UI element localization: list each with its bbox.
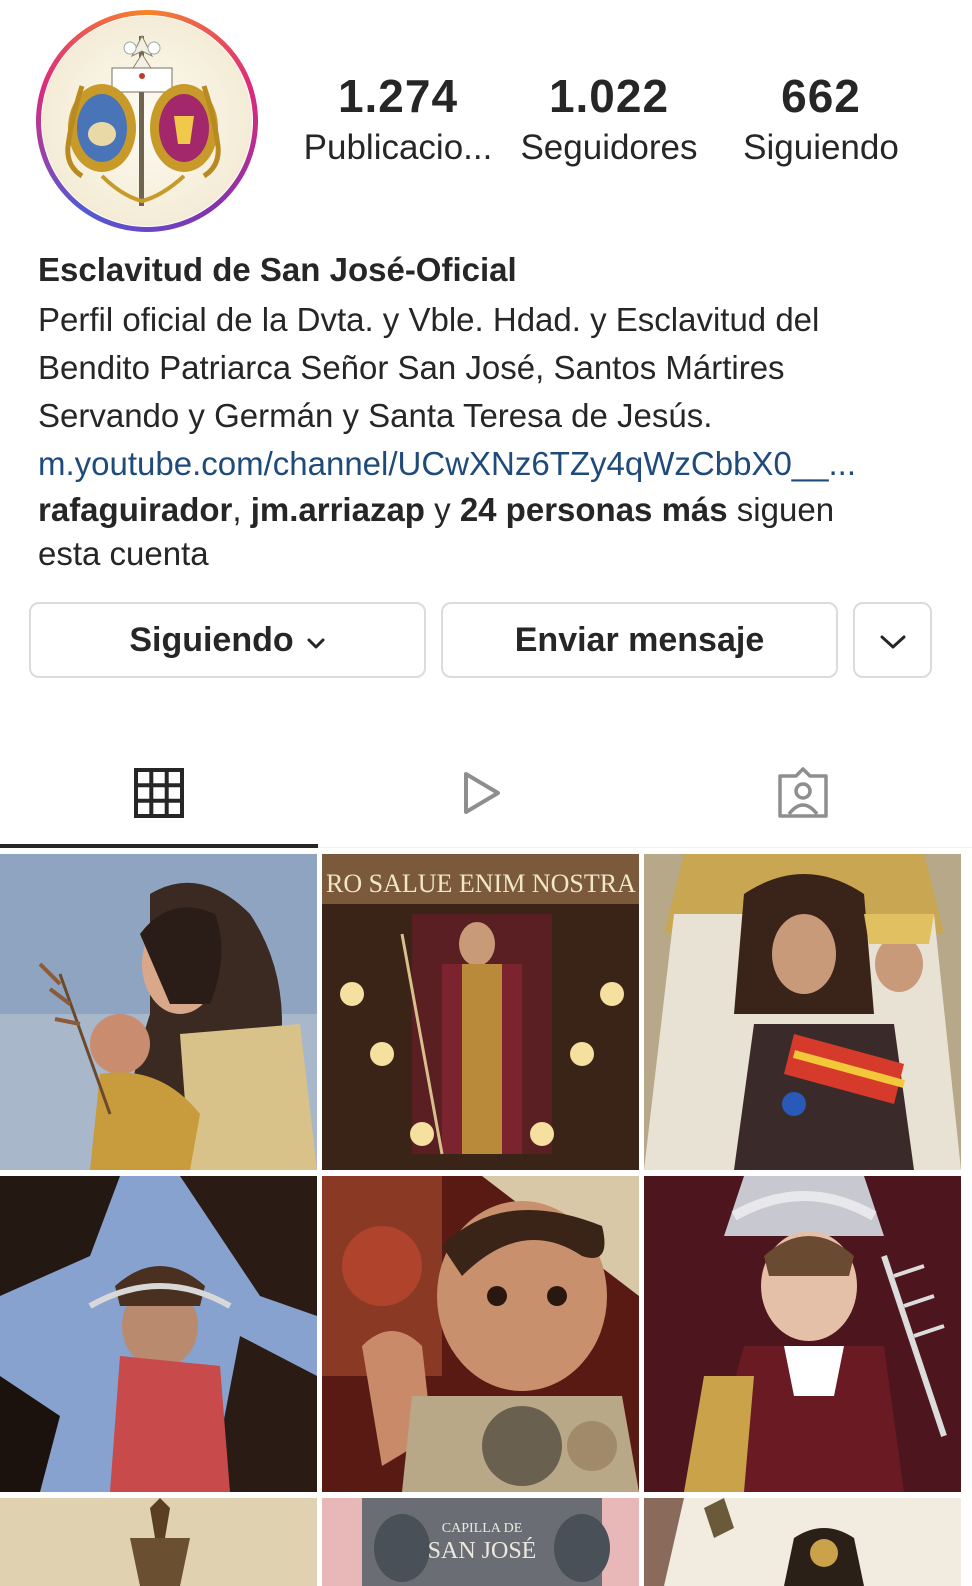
- posts-count[interactable]: 1.274 Publicacio...: [298, 68, 498, 172]
- post-thumbnail[interactable]: [0, 1498, 317, 1586]
- following-count[interactable]: 662 Siguiendo: [736, 68, 906, 172]
- tagged-person-icon: [778, 767, 828, 818]
- send-message-label: Enviar mensaje: [514, 620, 765, 659]
- post-image-icon: RO SALUE ENIM NOSTRA MISI: [322, 854, 639, 1170]
- chevron-down-icon: [306, 621, 326, 660]
- chevron-down-icon: [879, 621, 907, 660]
- post-caption: RO SALUE ENIM NOSTRA MISI: [326, 869, 639, 898]
- posts-count-value: 1.274: [337, 70, 459, 122]
- followed-by[interactable]: rafaguirador, jm.arriazap y 24 personas …: [38, 488, 938, 576]
- profile-stats: 1.274 Publicacio... 1.022 Seguidores 662…: [290, 68, 960, 178]
- post-image-icon: [0, 854, 317, 1170]
- post-caption-line1: CAPILLA DE: [442, 1521, 523, 1536]
- bio-line: Bendito Patriarca Señor San José, Santos…: [38, 349, 785, 386]
- followers-count[interactable]: 1.022 Seguidores: [515, 68, 703, 172]
- post-thumbnail[interactable]: CAPILLA DE SAN JOSÉ: [322, 1498, 639, 1586]
- followed-by-user[interactable]: jm.arriazap: [251, 491, 425, 528]
- post-thumbnail[interactable]: [0, 1176, 317, 1492]
- posts-count-label: Publicacio...: [303, 128, 493, 167]
- profile-tabs: [0, 740, 972, 850]
- active-tab-indicator: [0, 844, 318, 848]
- profile-bio: Esclavitud de San José-Oficial Perfil of…: [38, 248, 938, 576]
- coat-of-arms-icon: [65, 34, 221, 206]
- bio-line: Perfil oficial de la Dvta. y Vble. Hdad.…: [38, 301, 820, 338]
- tab-reels[interactable]: [322, 740, 640, 846]
- bio-line: Servando y Germán y Santa Teresa de Jesú…: [38, 397, 713, 434]
- post-image-icon: [322, 1176, 639, 1492]
- post-caption-line2: SAN JOSÉ: [428, 1538, 537, 1564]
- post-thumbnail[interactable]: RO SALUE ENIM NOSTRA MISI: [322, 854, 639, 1170]
- post-image-icon: CAPILLA DE SAN JOSÉ: [322, 1498, 639, 1586]
- suggested-accounts-button[interactable]: [853, 602, 932, 678]
- story-ring[interactable]: [36, 10, 258, 232]
- followed-by-suffix: esta cuenta: [38, 535, 209, 572]
- followed-by-others[interactable]: 24 personas más: [460, 491, 728, 528]
- following-count-value: 662: [781, 70, 861, 122]
- followers-count-label: Seguidores: [520, 128, 698, 167]
- following-button-label: Siguiendo: [129, 620, 294, 659]
- send-message-button[interactable]: Enviar mensaje: [441, 602, 838, 678]
- followed-by-user[interactable]: rafaguirador: [38, 491, 232, 528]
- post-thumbnail[interactable]: [644, 1498, 961, 1586]
- post-image-icon: [644, 1498, 961, 1586]
- post-image-icon: [644, 1176, 961, 1492]
- post-thumbnail[interactable]: [644, 854, 961, 1170]
- tab-posts-grid[interactable]: [0, 740, 318, 846]
- post-thumbnail[interactable]: [644, 1176, 961, 1492]
- profile-name: Esclavitud de San José-Oficial: [38, 251, 517, 288]
- post-image-icon: [0, 1498, 317, 1586]
- following-button[interactable]: Siguiendo: [29, 602, 426, 678]
- grid-icon: [134, 768, 184, 818]
- followers-count-value: 1.022: [548, 70, 670, 122]
- profile-header: 1.274 Publicacio... 1.022 Seguidores 662…: [0, 0, 972, 240]
- post-thumbnail[interactable]: [322, 1176, 639, 1492]
- profile-avatar[interactable]: [42, 16, 252, 226]
- reels-play-icon: [464, 772, 500, 814]
- post-thumbnail[interactable]: [0, 854, 317, 1170]
- bio-link[interactable]: m.youtube.com/channel/UCwXNz6TZy4qWzCbbX…: [38, 440, 938, 488]
- following-count-label: Siguiendo: [743, 128, 899, 167]
- posts-grid: RO SALUE ENIM NOSTRA MISI: [0, 854, 972, 1586]
- post-image-icon: [644, 854, 961, 1170]
- post-image-icon: [0, 1176, 317, 1492]
- bio-description: Perfil oficial de la Dvta. y Vble. Hdad.…: [38, 296, 938, 440]
- tab-tagged[interactable]: [644, 740, 962, 846]
